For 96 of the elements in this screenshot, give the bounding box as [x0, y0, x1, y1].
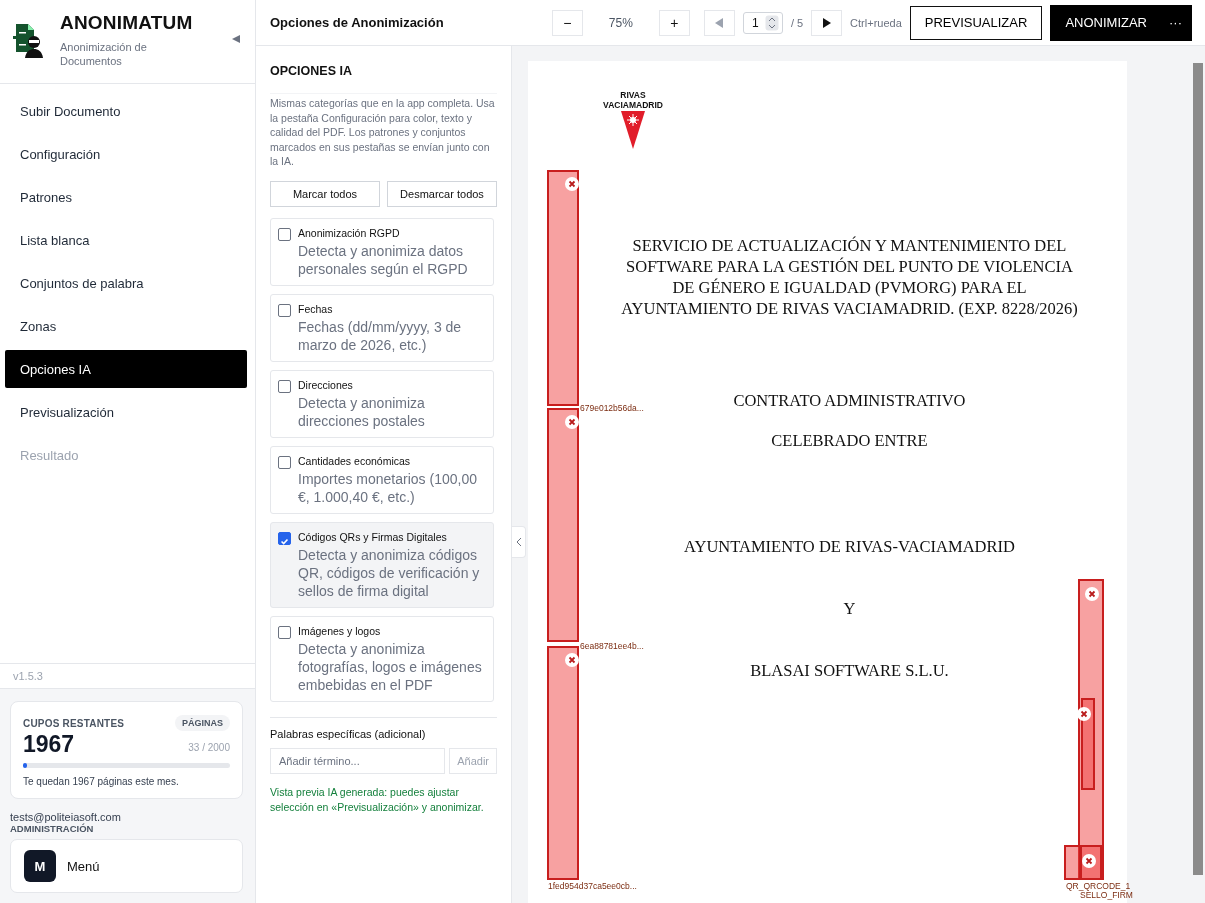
- status-message: Vista previa IA generada: puedes ajustar selección en «Previsualización» y anonimizar.: [270, 784, 485, 815]
- category-card[interactable]: Imágenes y logos Detecta y anonimiza fotografías, logos e imágenes embebidas en el PDF: [270, 615, 494, 702]
- close-icon[interactable]: [565, 415, 579, 429]
- redaction-label: 1fed954d37ca5ee0cb...: [548, 881, 637, 891]
- nav-item[interactable]: Zonas: [5, 307, 247, 345]
- app-name: ANONIMATUM: [60, 12, 194, 34]
- category-title: Cantidades económicas: [298, 454, 412, 467]
- user-role: ADMINISTRACIÓN: [10, 823, 95, 834]
- redaction-box[interactable]: [547, 170, 579, 406]
- page-title: Opciones de Anonimización: [270, 15, 445, 30]
- category-card[interactable]: Códigos QRs y Firmas Digitales Detecta y anonimiza códigos QR, códigos de verificación y sellos de firma digital: [270, 521, 494, 608]
- scrollbar-thumb[interactable]: [1193, 63, 1203, 875]
- category-description: Importes monetarios (100,00 €, 1.000,40 €, etc.): [298, 469, 478, 506]
- redaction-label: QR_QRCODE_1: [1066, 881, 1131, 891]
- zoom-hint: Ctrl+rueda: [850, 16, 902, 29]
- close-icon[interactable]: [1085, 587, 1099, 601]
- category-title: Imágenes y logos: [298, 624, 382, 637]
- nav-item[interactable]: Lista blanca: [5, 221, 247, 259]
- category-card[interactable]: Fechas Fechas (dd/mm/yyyy, 3 de marzo de 2026, etc.): [270, 293, 494, 362]
- menu-button[interactable]: M Menú: [10, 839, 243, 893]
- section-description: Mismas categorías que en la app completa. Usa la pestaña Configuración para color, texto y calidad del PDF. Los patrones y conjuntos marcados en sus pestañas se envían junto con la IA.: [270, 93, 497, 169]
- logo-pennant-icon: [621, 111, 645, 149]
- close-icon[interactable]: [1077, 707, 1091, 721]
- zoom-in-button[interactable]: +: [658, 9, 690, 36]
- zoom-level: 75%: [607, 15, 634, 30]
- logo-text: RIVAS VACIAMADRID: [602, 90, 664, 110]
- preview-button[interactable]: PREVISUALIZAR: [909, 5, 1043, 40]
- category-card[interactable]: Direcciones Detecta y anonimiza direcciones postales: [270, 369, 494, 438]
- document-text: CELEBRADO ENTRE: [770, 431, 928, 451]
- page-number-field[interactable]: 1: [742, 11, 783, 34]
- quota-value: 1967: [23, 731, 75, 758]
- checkbox[interactable]: [278, 379, 291, 393]
- app-subtitle: Anonimización de Documentos: [60, 40, 148, 68]
- redaction-label: SELLO_FIRM: [1080, 890, 1133, 900]
- stepper-icon[interactable]: [764, 14, 779, 31]
- deselect-all-button[interactable]: Desmarcar todos: [387, 180, 497, 207]
- document-title: SERVICIO DE ACTUALIZACIÓN Y MANTENIMIENTO DEL SOFTWARE PARA LA GESTIÓN DEL PUNTO DE VIOLENCIA DE GÉNERO E IGUALDAD (PVMORG) PARA EL AYUNTAMIENTO DE RIVAS VACIAMADRID. (EXP. 8228/2026): [620, 235, 1079, 319]
- checkbox[interactable]: [278, 227, 291, 241]
- user-email: tests@politeiasoft.com: [10, 811, 122, 823]
- anonymize-button[interactable]: ANONIMIZAR ···: [1050, 4, 1192, 41]
- close-icon[interactable]: [1082, 854, 1096, 868]
- select-all-button[interactable]: Marcar todos: [270, 180, 380, 207]
- category-card[interactable]: Cantidades económicas Importes monetarios (100,00 €, 1.000,40 €, etc.): [270, 445, 494, 514]
- redaction-box[interactable]: [1078, 579, 1104, 880]
- term-input[interactable]: Añadir término...: [270, 747, 446, 774]
- category-title: Direcciones: [298, 378, 354, 391]
- category-description: Detecta y anonimiza fotografías, logos e imágenes embebidas en el PDF: [298, 639, 483, 694]
- category-title: Fechas: [298, 302, 334, 315]
- category-description: Detecta y anonimiza direcciones postales: [298, 393, 426, 430]
- nav-item[interactable]: Patrones: [5, 178, 247, 216]
- left-triangle-icon: [714, 16, 725, 29]
- category-description: Detecta y anonimiza datos personales según el RGPD: [298, 241, 469, 278]
- document-text: Y: [842, 599, 856, 619]
- document-text: BLASAI SOFTWARE S.L.U.: [749, 661, 949, 681]
- unit-badge: PÁGINAS: [175, 715, 230, 731]
- nav-item[interactable]: Conjuntos de palabra: [5, 264, 247, 302]
- checkbox[interactable]: [278, 625, 291, 639]
- right-triangle-icon: [821, 16, 832, 29]
- next-page-button[interactable]: [811, 9, 843, 36]
- more-button[interactable]: ···: [1169, 15, 1182, 30]
- nav-item[interactable]: Configuración: [5, 135, 247, 173]
- nav-item[interactable]: Previsualización: [5, 393, 247, 431]
- version-label: v1.5.3: [0, 663, 255, 689]
- redaction-box[interactable]: [547, 646, 579, 880]
- category-card[interactable]: Anonimización RGPD Detecta y anonimiza datos personales según el RGPD: [270, 217, 494, 286]
- chevron-left-icon: [515, 537, 522, 547]
- quota-note: Te quedan 1967 páginas este mes.: [23, 776, 180, 787]
- usage-count: 33 / 2000: [188, 742, 230, 753]
- menu-label: Menú: [67, 858, 100, 874]
- category-description: Fechas (dd/mm/yyyy, 3 de marzo de 2026, etc.): [298, 317, 463, 354]
- qr-code-redaction[interactable]: [1064, 845, 1081, 880]
- zoom-out-button[interactable]: −: [551, 9, 583, 36]
- category-title: Anonimización RGPD: [298, 226, 401, 239]
- checkbox[interactable]: [278, 531, 291, 545]
- quota-title: CUPOS RESTANTES: [23, 717, 125, 729]
- category-description: Detecta y anonimiza códigos QR, códigos de verificación y sellos de firma digital: [298, 545, 481, 600]
- collapse-panel-handle[interactable]: [512, 526, 526, 558]
- section-heading: OPCIONES IA: [270, 64, 353, 78]
- category-title: Códigos QRs y Firmas Digitales: [298, 530, 448, 543]
- document-text: AYUNTAMIENTO DE RIVAS-VACIAMADRID: [683, 537, 1015, 557]
- close-icon[interactable]: [565, 653, 579, 667]
- previous-page-button[interactable]: [703, 9, 735, 36]
- extra-words-label: Palabras específicas (adicional): [270, 716, 497, 740]
- collapse-icon[interactable]: [231, 34, 241, 44]
- redaction-label: 679e012b56da...: [580, 403, 644, 413]
- close-icon[interactable]: [565, 177, 579, 191]
- redaction-box[interactable]: [547, 408, 579, 642]
- nav-item[interactable]: Subir Documento: [5, 92, 247, 130]
- redaction-label: 6ea88781ee4b...: [580, 641, 644, 651]
- checkbox[interactable]: [278, 303, 291, 317]
- redaction-box[interactable]: [1080, 845, 1102, 880]
- avatar: M: [24, 850, 56, 882]
- document-text: CONTRATO ADMINISTRATIVO: [732, 391, 966, 411]
- page-total: / 5: [790, 16, 804, 29]
- nav-item[interactable]: Opciones IA: [5, 350, 247, 388]
- checkbox[interactable]: [278, 455, 291, 469]
